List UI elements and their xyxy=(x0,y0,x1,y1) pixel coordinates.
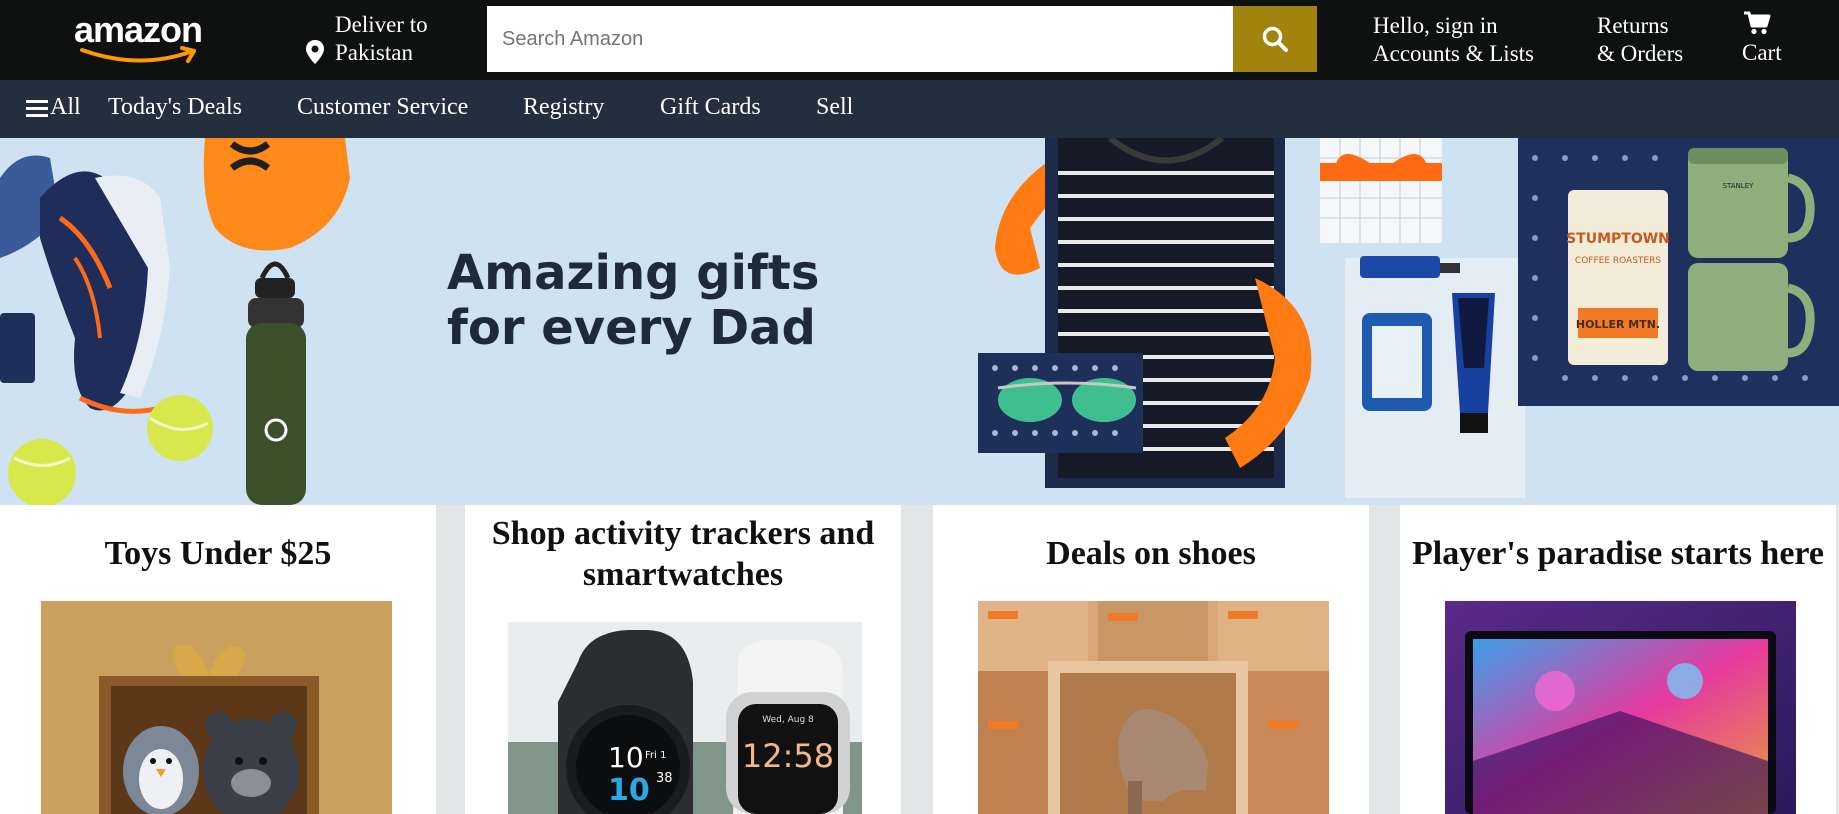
toys-illustration xyxy=(41,601,392,814)
hero-line-1: Amazing gifts xyxy=(447,245,820,301)
card-image-toys[interactable] xyxy=(41,601,392,814)
hero-illustration: STUMPTOWN COFFEE ROASTERS HOLLER MTN. ST… xyxy=(0,138,1839,505)
search-icon xyxy=(1262,26,1288,52)
watch1-hour-text: 10 xyxy=(608,741,644,774)
coffee-brand-text: STUMPTOWN xyxy=(1566,231,1670,247)
deliver-country: Pakistan xyxy=(335,40,413,65)
card-title: Toys Under $25 xyxy=(104,535,332,572)
card-image-shoes[interactable] xyxy=(978,601,1329,814)
coffee-roasters-text: COFFEE ROASTERS xyxy=(1575,256,1661,266)
watch2-date-text: Wed, Aug 8 xyxy=(762,715,814,725)
watch1-seconds-text: 38 xyxy=(656,771,673,786)
nav-item-todays-deals[interactable]: Today's Deals xyxy=(108,94,242,121)
returns-label: Returns xyxy=(1597,13,1669,38)
nav-all-menu[interactable]: All xyxy=(26,94,81,121)
gaming-illustration xyxy=(1445,601,1796,814)
account-lists-label: Accounts & Lists xyxy=(1373,41,1534,66)
card-toys[interactable]: Toys Under $25 xyxy=(0,505,436,814)
orders-label: & Orders xyxy=(1597,41,1684,66)
nav-bar: All Today's Deals Customer Service Regis… xyxy=(0,80,1839,138)
card-title: Deals on shoes xyxy=(1046,535,1256,572)
location-pin-icon xyxy=(306,40,324,64)
cart-link[interactable]: Cart xyxy=(1742,10,1802,70)
cart-label: Cart xyxy=(1742,40,1782,65)
card-gaming[interactable]: Player's paradise starts here xyxy=(1400,505,1836,814)
account-lists-menu[interactable]: Hello, sign in Accounts & Lists xyxy=(1373,12,1534,68)
top-header: amazon Deliver to Pakistan Hello, sign i… xyxy=(0,0,1839,80)
hero-banner[interactable]: STUMPTOWN COFFEE ROASTERS HOLLER MTN. ST… xyxy=(0,138,1839,505)
coffee-label-text: HOLLER MTN. xyxy=(1576,318,1660,331)
shoes-illustration xyxy=(978,601,1329,814)
nav-item-sell[interactable]: Sell xyxy=(816,94,853,121)
card-image-gaming[interactable] xyxy=(1445,601,1796,814)
card-title: Shop activity trackers and smartwatches xyxy=(491,515,875,593)
nav-item-gift-cards[interactable]: Gift Cards xyxy=(660,94,761,121)
amazon-logo[interactable]: amazon xyxy=(74,12,222,68)
search-button[interactable] xyxy=(1233,6,1317,72)
account-greeting: Hello, sign in xyxy=(1373,13,1498,38)
logo-wordmark: amazon xyxy=(74,9,203,50)
mug-brand-text: STANLEY xyxy=(1723,182,1755,190)
watch2-time-text: 12:58 xyxy=(742,737,834,775)
nav-item-registry[interactable]: Registry xyxy=(523,94,604,121)
returns-orders-link[interactable]: Returns & Orders xyxy=(1597,12,1683,68)
nav-item-customer-service[interactable]: Customer Service xyxy=(297,94,468,121)
watch1-day-text: Fri 1 xyxy=(645,750,666,761)
hero-headline: Amazing gifts for every Dad xyxy=(447,246,819,356)
smile-icon xyxy=(80,46,196,63)
card-activity-trackers[interactable]: Shop activity trackers and smartwatches … xyxy=(465,505,901,814)
deliver-label: Deliver to xyxy=(335,12,428,37)
search-bar xyxy=(487,6,1317,72)
cart-icon xyxy=(1744,11,1771,35)
watch1-minute-text: 10 xyxy=(608,773,650,808)
hamburger-icon xyxy=(26,99,48,117)
card-shoes[interactable]: Deals on shoes xyxy=(933,505,1369,814)
deliver-to-location[interactable]: Deliver to Pakistan xyxy=(305,12,445,68)
watches-illustration: 10 10 Fri 1 38 Wed, Aug 8 12:58 xyxy=(508,622,862,814)
card-image-watches[interactable]: 10 10 Fri 1 38 Wed, Aug 8 12:58 xyxy=(508,622,862,814)
hero-line-2: for every Dad xyxy=(447,300,816,356)
nav-all-label: All xyxy=(50,94,81,120)
card-title: Player's paradise starts here xyxy=(1411,535,1825,572)
search-input[interactable] xyxy=(487,6,1232,72)
